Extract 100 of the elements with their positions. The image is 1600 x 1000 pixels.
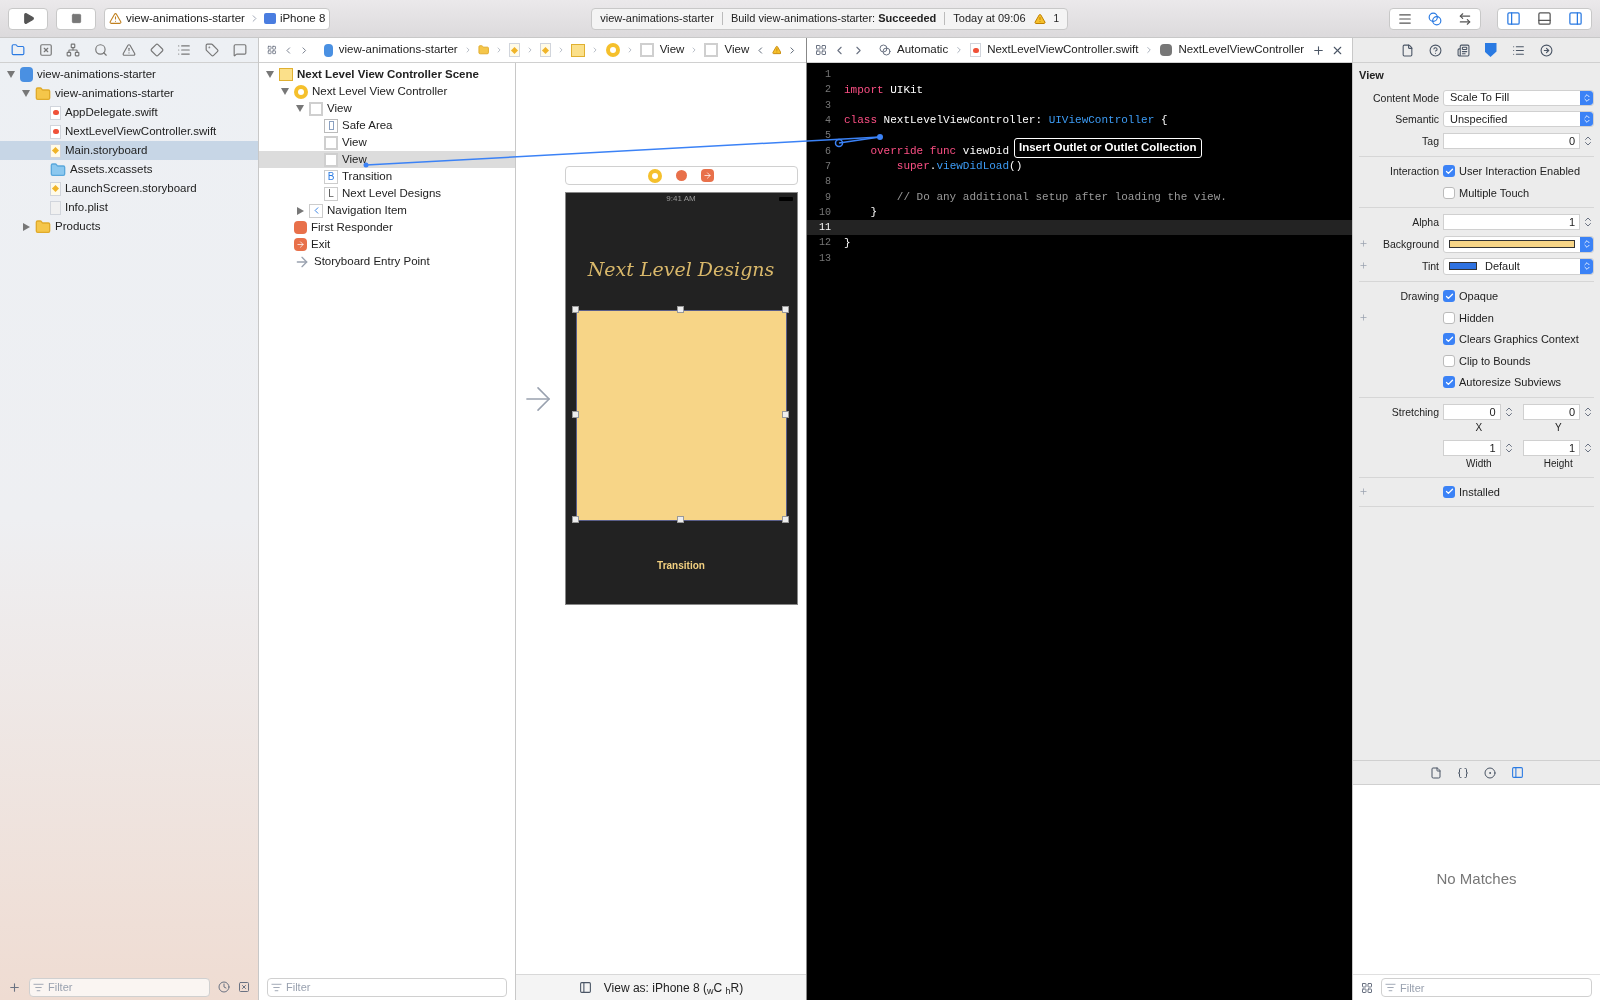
checkbox[interactable] [1443, 376, 1455, 389]
media-library-icon[interactable] [1510, 766, 1524, 779]
warning-icon[interactable] [1033, 12, 1046, 25]
run-button[interactable] [8, 7, 48, 30]
editor-mode-control[interactable] [1389, 7, 1481, 30]
attributes-inspector-icon[interactable] [1484, 43, 1497, 57]
popup-button[interactable]: Unspecified [1443, 111, 1594, 128]
resize-handle[interactable] [571, 305, 579, 313]
warning-icon[interactable] [771, 44, 782, 56]
breakpoint-icon[interactable] [205, 43, 220, 57]
tree-row[interactable]: view-animations-starter [0, 84, 258, 103]
resize-handle[interactable] [781, 305, 789, 313]
scm-filter-icon[interactable] [238, 981, 250, 993]
panel-toggle-control[interactable] [1497, 7, 1592, 30]
checkbox[interactable] [1443, 354, 1455, 367]
checkbox[interactable] [1443, 165, 1455, 177]
tree-row[interactable]: Main.storyboard [0, 141, 258, 160]
popup-button[interactable]: Scale To Fill [1443, 89, 1594, 106]
project-navigator-icon[interactable] [10, 43, 25, 57]
tree-row[interactable]: Next Level View Controller Scene [259, 66, 515, 83]
resize-handle[interactable] [571, 410, 579, 418]
color-popup[interactable]: Default [1443, 257, 1594, 275]
tree-row[interactable]: B Transition [259, 168, 515, 185]
breadcrumb[interactable]: NextLevelViewController.swift [987, 41, 1139, 59]
debug-area-toggle-icon[interactable] [1537, 11, 1552, 26]
tree-row[interactable]: View [259, 134, 515, 151]
tree-row[interactable]: Next Level View Controller [259, 83, 515, 100]
standard-editor-icon[interactable] [1398, 11, 1412, 26]
hierarchy-icon[interactable] [66, 43, 81, 57]
tree-row[interactable]: L Next Level Designs [259, 185, 515, 202]
checkbox[interactable] [1443, 186, 1455, 199]
test-icon[interactable] [149, 43, 164, 57]
file-template-icon[interactable] [1429, 766, 1442, 779]
number-field[interactable]: 0 [1443, 403, 1501, 420]
resize-handle[interactable] [781, 515, 789, 523]
assistant-editor-icon[interactable] [1428, 11, 1442, 26]
checkbox[interactable] [1443, 311, 1455, 324]
disclosure-triangle-icon[interactable] [22, 222, 30, 231]
stepper-icon[interactable] [1582, 135, 1594, 147]
number-field[interactable]: 1 [1443, 439, 1501, 456]
filter-field[interactable]: Filter [267, 977, 507, 997]
breadcrumb[interactable]: view-animations-starter [338, 41, 458, 59]
tree-row[interactable]: Storyboard Entry Point [259, 253, 515, 270]
navigator-toggle-icon[interactable] [1506, 11, 1521, 26]
transition-button[interactable]: Transition [657, 557, 705, 573]
report-icon[interactable] [233, 43, 247, 57]
number-field[interactable]: 0 [1443, 133, 1580, 149]
version-editor-icon[interactable] [1458, 11, 1472, 26]
tree-row[interactable]: Assets.xcassets [0, 160, 258, 179]
debug-icon[interactable] [177, 43, 192, 57]
filter-field[interactable]: Filter [29, 977, 210, 997]
tree-row[interactable]: First Responder [259, 219, 515, 236]
number-field[interactable]: 1 [1443, 214, 1580, 230]
add-icon[interactable] [8, 980, 21, 994]
size-inspector-icon[interactable] [1511, 43, 1525, 57]
resize-handle[interactable] [676, 305, 684, 313]
source-control-icon[interactable] [38, 43, 53, 57]
object-library-icon[interactable] [1483, 766, 1496, 779]
breadcrumb[interactable]: View [659, 41, 685, 59]
tree-row[interactable]: NextLevelViewController.swift [0, 122, 258, 141]
identity-inspector-icon[interactable] [1456, 43, 1470, 57]
outline-toggle-icon[interactable] [578, 981, 592, 994]
resize-handle[interactable] [676, 515, 684, 523]
connections-inspector-icon[interactable] [1539, 43, 1553, 57]
help-icon[interactable] [1428, 43, 1442, 57]
search-icon[interactable] [94, 43, 109, 57]
checkbox[interactable] [1443, 333, 1455, 346]
tree-row[interactable]: Products [0, 217, 258, 236]
resize-handle[interactable] [571, 515, 579, 523]
tree-row[interactable]: LaunchScreen.storyboard [0, 179, 258, 198]
breadcrumb[interactable]: Automatic [897, 41, 949, 59]
breadcrumb[interactable]: NextLevelViewController [1178, 41, 1305, 59]
tree-row[interactable]: Navigation Item [259, 202, 515, 219]
number-field[interactable]: 1 [1522, 439, 1580, 456]
related-items-icon[interactable] [267, 44, 277, 56]
tree-row[interactable]: Exit [259, 236, 515, 253]
tree-row[interactable]: View [259, 100, 515, 117]
stepper-icon[interactable] [1582, 441, 1594, 454]
checkbox[interactable] [1443, 485, 1455, 498]
add-editor-icon[interactable] [1312, 43, 1325, 57]
tree-row[interactable]: Safe Area [259, 117, 515, 134]
tree-row[interactable]: view-animations-starter [0, 65, 258, 84]
related-items-icon[interactable] [815, 44, 827, 56]
grid-view-icon[interactable] [1361, 981, 1373, 994]
checkbox[interactable] [1443, 290, 1455, 302]
color-popup[interactable] [1443, 235, 1594, 253]
selected-view[interactable] [575, 309, 787, 521]
number-field[interactable]: 0 [1522, 403, 1580, 420]
recent-icon[interactable] [218, 981, 230, 993]
file-inspector-icon[interactable] [1400, 43, 1414, 57]
resize-handle[interactable] [781, 410, 789, 418]
stepper-icon[interactable] [1582, 216, 1594, 228]
utilities-toggle-icon[interactable] [1568, 11, 1583, 26]
tree-row[interactable]: Info.plist [0, 198, 258, 217]
issue-icon[interactable] [121, 43, 136, 57]
filter-field[interactable]: Filter [1381, 978, 1592, 997]
scheme-selector[interactable]: view-animations-starter iPhone 8 [104, 7, 331, 30]
stop-button[interactable] [56, 7, 96, 30]
breadcrumb[interactable]: View [724, 41, 750, 59]
tree-row[interactable]: AppDelegate.swift [0, 103, 258, 122]
